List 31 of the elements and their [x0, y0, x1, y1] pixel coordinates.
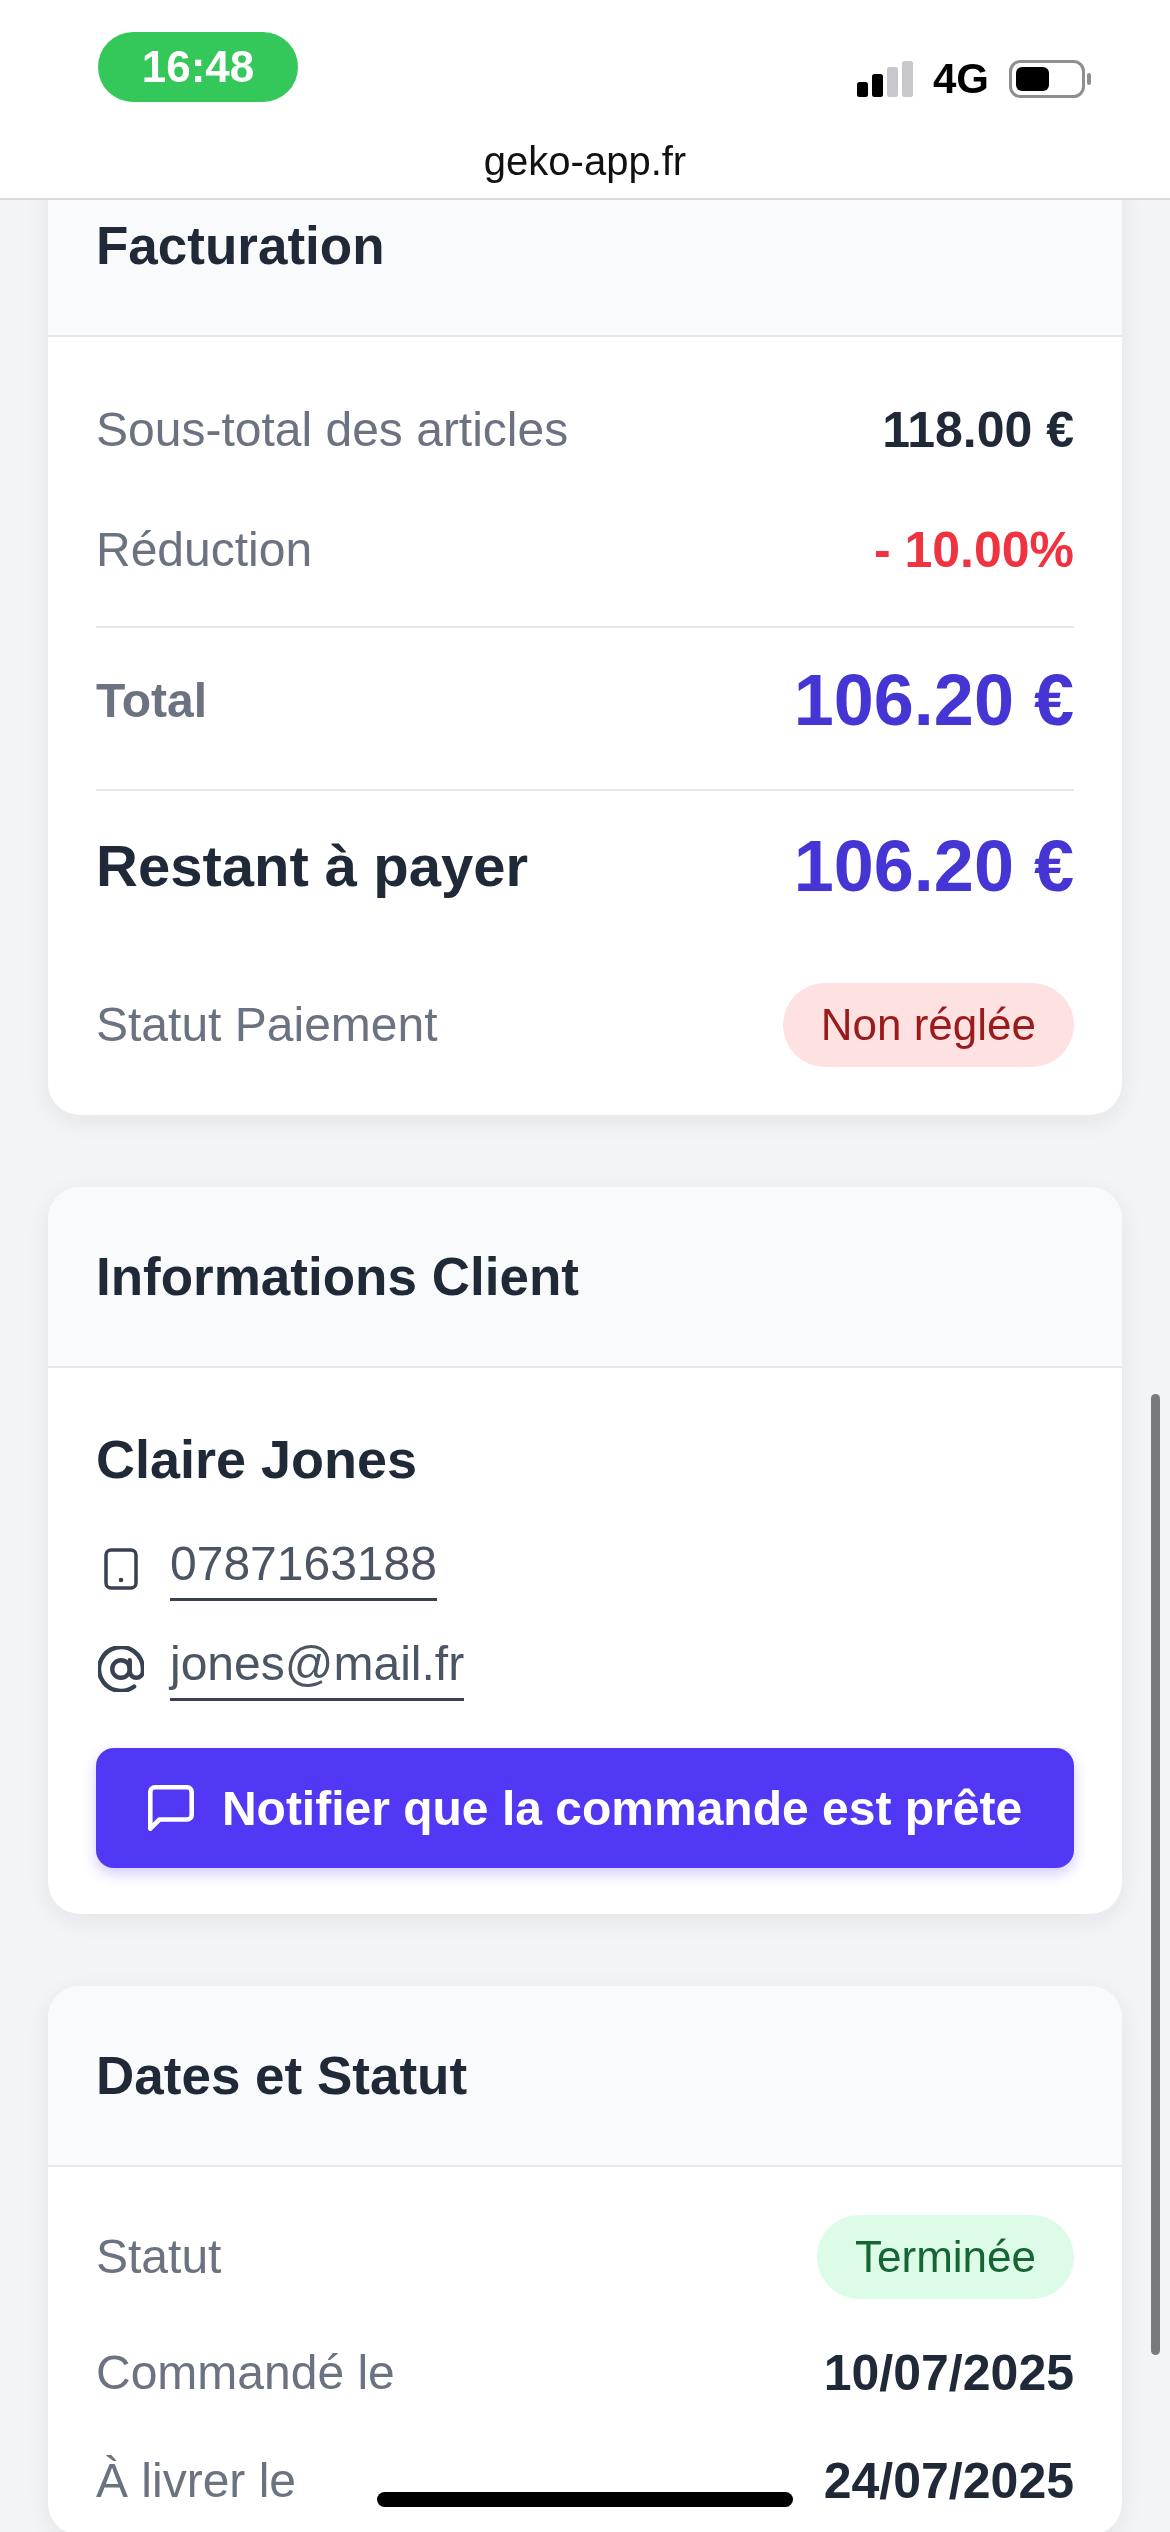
network-label: 4G — [932, 56, 989, 103]
row-label: Statut Paiement — [96, 997, 438, 1054]
email-link[interactable]: jones@mail.fr — [170, 1636, 465, 1701]
row-label: À livrer le — [96, 2453, 297, 2510]
row-label: Statut — [96, 2229, 222, 2286]
status-badge: Non réglée — [782, 983, 1074, 1067]
row-value: 118.00 € — [882, 401, 1074, 460]
row-value: 106.20 € — [793, 659, 1074, 743]
card-title: Dates et Statut — [96, 2044, 468, 2107]
row-label: Sous-total des articles — [96, 402, 569, 459]
row-value: - 10.00% — [873, 521, 1074, 580]
row-label: Réduction — [96, 522, 313, 579]
phone-icon — [104, 1547, 138, 1590]
row-value: 10/07/2025 — [823, 2344, 1074, 2403]
at-icon — [98, 1645, 144, 1692]
status-time: 16:48 — [98, 32, 298, 102]
notify-button[interactable]: Notifier que la commande est prête — [96, 1748, 1074, 1868]
row-value: 106.20 € — [793, 824, 1074, 908]
row-label: Restant à payer — [96, 832, 528, 901]
row-value: 24/07/2025 — [823, 2452, 1074, 2511]
signal-icon — [856, 61, 913, 98]
url-text[interactable]: geko-app.fr — [483, 137, 687, 185]
card-title: Facturation — [96, 214, 385, 277]
status-badge: Terminée — [817, 2215, 1074, 2299]
card-title: Informations Client — [96, 1245, 579, 1308]
phone-link[interactable]: 0787163188 — [170, 1536, 437, 1601]
row-label: Total — [96, 672, 208, 729]
battery-icon — [1009, 60, 1091, 99]
chat-bubble-icon — [147, 1785, 194, 1831]
client-name: Claire Jones — [96, 1428, 418, 1491]
row-label: Commandé le — [96, 2345, 395, 2402]
